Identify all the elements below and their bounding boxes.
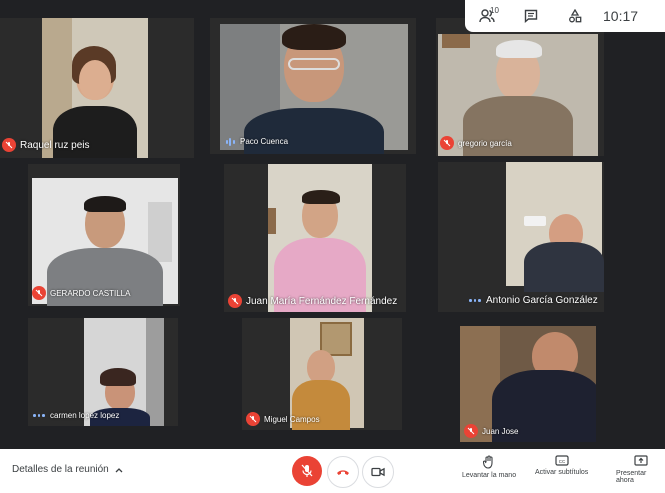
participant-name: Juan María Fernández Fernández: [246, 295, 398, 307]
chevron-up-icon: [115, 467, 123, 472]
mic-off-icon: [2, 138, 16, 152]
participant-label: GERARDO CASTILLA: [32, 286, 130, 300]
participant-video: [506, 162, 604, 292]
participant-label: carmen lopez lopez: [32, 411, 119, 420]
participant-name: carmen lopez lopez: [50, 411, 120, 420]
participant-video: [84, 318, 164, 426]
captions-label: Activar subtítulos: [535, 469, 589, 476]
participant-tile[interactable]: Raquel ruz peis: [0, 18, 194, 158]
participant-tile[interactable]: Antonio García González: [438, 162, 604, 312]
meeting-details-label: Detalles de la reunión: [12, 464, 109, 475]
hang-up-icon: [337, 470, 349, 475]
activities-button[interactable]: [553, 0, 597, 32]
participant-video: [42, 18, 148, 158]
participant-name: Miguel Campos: [264, 414, 320, 424]
participant-video: [220, 24, 408, 154]
raise-hand-label: Levantar la mano: [462, 472, 517, 479]
leave-call-button[interactable]: [327, 456, 359, 488]
participant-tile[interactable]: Miguel Campos: [242, 318, 402, 430]
participant-name: Paco Cuenca: [240, 137, 289, 146]
participant-video: [268, 164, 372, 312]
mic-off-icon: [440, 136, 454, 150]
options-dots-icon: [468, 299, 482, 302]
participant-label: Paco Cuenca: [224, 137, 288, 146]
mic-off-icon: [32, 286, 46, 300]
participant-tile[interactable]: Juan Jose: [460, 326, 596, 442]
mic-off-icon: [246, 412, 260, 426]
participant-tile[interactable]: GERARDO CASTILLA: [28, 164, 180, 306]
svg-text:CC: CC: [558, 459, 565, 464]
meeting-details-button[interactable]: Detalles de la reunión: [12, 464, 123, 475]
speaking-indicator-icon: [224, 137, 236, 146]
video-camera-icon: [371, 467, 385, 477]
participant-label: Raquel ruz peis: [2, 138, 89, 152]
mic-off-icon: [464, 424, 478, 438]
raise-hand-button[interactable]: Levantar la mano: [462, 455, 516, 479]
top-panel: 10 10:17: [465, 0, 665, 32]
clock-time: 10:17: [603, 8, 639, 24]
participant-tile[interactable]: gregorio garcía: [436, 18, 604, 156]
participant-tile[interactable]: Paco Cuenca: [210, 18, 416, 154]
present-now-label: Presentar ahora: [616, 470, 647, 484]
camera-toggle-button[interactable]: [362, 456, 394, 488]
hand-icon: [483, 455, 493, 469]
participants-count: 10: [490, 6, 499, 15]
participant-name: Antonio García González: [486, 295, 598, 306]
mic-off-icon: [301, 464, 313, 477]
captions-icon: CC: [555, 455, 569, 466]
chat-button[interactable]: [509, 0, 553, 32]
present-screen-icon: [633, 455, 648, 466]
participants-button[interactable]: 10: [465, 0, 509, 32]
mic-toggle-button[interactable]: [292, 456, 322, 486]
captions-button[interactable]: CC Activar subtítulos: [535, 455, 588, 476]
participant-tile[interactable]: carmen lopez lopez: [28, 318, 178, 426]
shapes-icon: [569, 9, 582, 23]
participant-label: Juan Jose: [464, 424, 518, 438]
participant-name: gregorio garcía: [458, 138, 512, 148]
chat-icon: [524, 9, 538, 23]
participant-tile[interactable]: Juan María Fernández Fernández: [224, 164, 406, 312]
options-dots-icon: [32, 414, 46, 417]
participant-label: Miguel Campos: [246, 412, 320, 426]
participant-label: Antonio García González: [468, 295, 598, 306]
participant-name: Raquel ruz peis: [20, 139, 90, 151]
participant-label: gregorio garcía: [440, 136, 512, 150]
bottom-bar: Detalles de la reunión Levantar la mano …: [0, 449, 665, 493]
present-now-button[interactable]: Presentar ahora: [616, 455, 665, 484]
participant-name: Juan Jose: [482, 426, 519, 436]
participant-name: GERARDO CASTILLA: [50, 288, 131, 298]
mic-off-icon: [228, 294, 242, 308]
participant-label: Juan María Fernández Fernández: [228, 294, 397, 308]
